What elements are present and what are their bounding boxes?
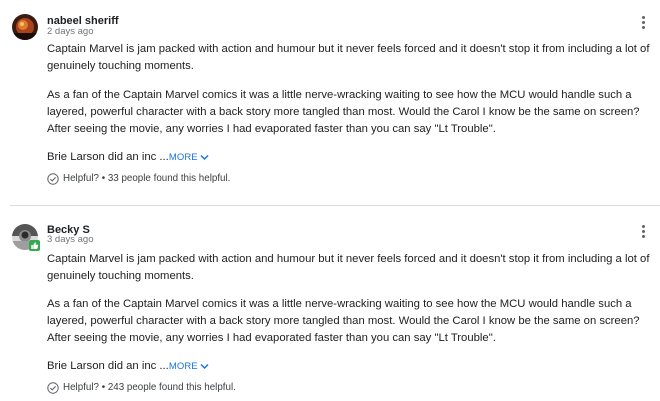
check-circle-icon[interactable] <box>47 173 59 185</box>
thumbs-up-badge-icon <box>29 240 40 251</box>
truncated-text: Brie Larson did an inc ... <box>47 360 169 372</box>
helpful-label[interactable]: Helpful? <box>63 381 99 395</box>
review-paragraph: Captain Marvel is jam packed with action… <box>47 43 650 72</box>
helpful-count: • 33 people found this helpful. <box>101 173 231 184</box>
avatar[interactable] <box>12 14 38 40</box>
review-date: 3 days ago <box>47 234 94 245</box>
review-card: nabeel sheriff 2 days ago Captain Marvel… <box>0 0 660 205</box>
more-label: MORE <box>168 152 198 163</box>
review-truncated-text: Brie Larson did an inc ...MORE <box>47 358 657 375</box>
helpful-label[interactable]: Helpful? <box>63 172 99 186</box>
user-photo-icon <box>12 14 38 40</box>
review-date: 2 days ago <box>47 26 94 37</box>
more-button[interactable]: MORE <box>169 361 209 372</box>
review-paragraph: As a fan of the Captain Marvel comics it… <box>47 298 640 344</box>
review-paragraph: As a fan of the Captain Marvel comics it… <box>47 89 640 135</box>
helpful-row: Helpful? • 243 people found this helpful… <box>47 381 236 395</box>
check-circle-icon[interactable] <box>47 382 59 394</box>
review-truncated-text: Brie Larson did an inc ...MORE <box>47 149 657 166</box>
chevron-down-icon <box>200 154 209 161</box>
review-paragraph: Captain Marvel is jam packed with action… <box>47 253 650 282</box>
chevron-down-icon <box>200 363 209 370</box>
review-card: Becky S 3 days ago Captain Marvel is jam… <box>0 206 660 401</box>
helpful-count: • 243 people found this helpful. <box>101 382 236 393</box>
more-options-icon[interactable] <box>636 14 650 30</box>
truncated-text: Brie Larson did an inc ... <box>47 151 169 163</box>
more-options-icon[interactable] <box>636 223 650 239</box>
more-label: MORE <box>168 361 198 372</box>
helpful-row: Helpful? • 33 people found this helpful. <box>47 172 230 186</box>
more-button[interactable]: MORE <box>169 152 209 163</box>
